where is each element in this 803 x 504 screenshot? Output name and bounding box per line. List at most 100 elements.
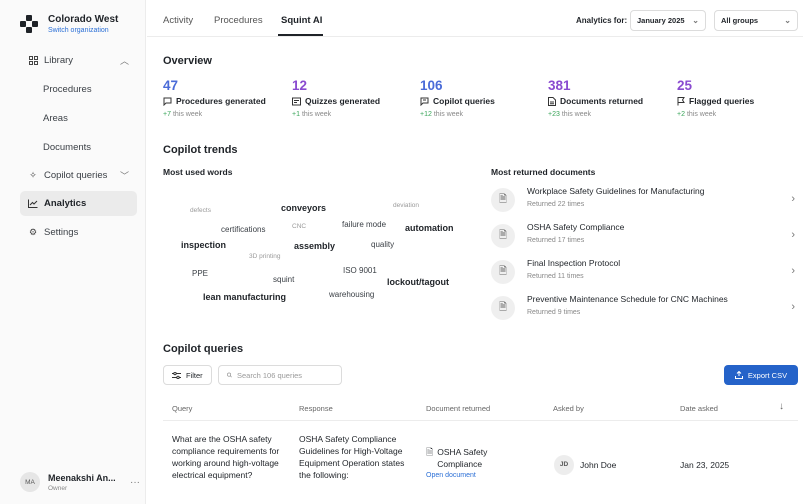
sidebar-item-library[interactable]: Library ︿ <box>20 48 137 73</box>
stat-quizzes-generated: 12 Quizzes generated +1 this week <box>292 78 380 118</box>
sidebar-item-documents[interactable]: Documents <box>20 135 137 160</box>
stat-label: Quizzes generated <box>292 96 380 106</box>
column-document-returned[interactable]: Document returned <box>426 404 490 413</box>
sidebar-item-copilot-queries[interactable]: ✧ Copilot queries ﹀ <box>20 163 137 188</box>
chevron-right-icon: › <box>791 229 795 241</box>
column-asked-by[interactable]: Asked by <box>553 404 584 413</box>
stat-flagged-queries: 25 Flagged queries +2 this week <box>677 78 754 118</box>
document-title: Workplace Safety Guidelines for Manufact… <box>527 186 705 196</box>
tab-activity[interactable]: Activity <box>163 15 193 26</box>
stat-label-text: Copilot queries <box>433 96 495 106</box>
chevron-up-icon[interactable]: ︿ <box>120 54 129 67</box>
stat-value: 47 <box>163 78 179 93</box>
org-switcher[interactable]: Colorado West Switch organization <box>20 14 118 34</box>
stat-delta: +2 this week <box>677 111 754 118</box>
word-ppe: PPE <box>192 269 209 278</box>
sidebar-item-analytics[interactable]: Analytics <box>20 191 137 216</box>
chevron-down-icon: ⌄ <box>692 16 699 25</box>
column-response[interactable]: Response <box>299 404 333 413</box>
search-icon <box>227 372 232 378</box>
word-quality: quality <box>371 240 395 249</box>
stat-label-text: Procedures generated <box>176 96 266 106</box>
more-icon[interactable]: ··· <box>130 477 140 488</box>
document-icon <box>548 96 556 106</box>
open-document-link[interactable]: Open document <box>426 470 536 482</box>
column-date-asked[interactable]: Date asked <box>680 404 718 413</box>
word-failure-mode: failure mode <box>342 220 387 229</box>
sidebar-item-label: Procedures <box>43 84 92 95</box>
stat-delta-suffix: this week <box>433 111 464 118</box>
stat-delta-suffix: this week <box>301 111 332 118</box>
export-csv-button[interactable]: Export CSV <box>724 365 798 385</box>
stat-copilot-queries: 106 Copilot queries +12 this week <box>420 78 495 118</box>
stat-delta: +23 this week <box>548 111 643 118</box>
user-menu[interactable]: MA Meenakshi An... Owner ··· <box>20 472 140 492</box>
stat-value: 381 <box>548 78 571 93</box>
stat-value: 106 <box>420 78 443 93</box>
tab-procedures[interactable]: Procedures <box>214 15 263 26</box>
sidebar-item-label: Areas <box>43 113 68 124</box>
word-inspection: inspection <box>181 240 227 250</box>
overview-title: Overview <box>163 55 212 67</box>
word-assembly: assembly <box>294 241 336 251</box>
document-icon: 🗎 <box>491 188 515 212</box>
sidebar-item-areas[interactable]: Areas <box>20 106 137 131</box>
document-title: Final Inspection Protocol <box>527 258 621 268</box>
avatar: JD <box>554 455 574 475</box>
sidebar-item-procedures[interactable]: Procedures <box>20 77 137 102</box>
document-row[interactable]: 🗎 Final Inspection Protocol Returned 11 … <box>491 258 797 288</box>
top-tab-bar: Activity Procedures Squint AI Analytics … <box>147 0 803 37</box>
search-input[interactable] <box>237 370 333 380</box>
filter-button[interactable]: Filter <box>163 365 212 385</box>
document-row[interactable]: 🗎 OSHA Safety Compliance Returned 17 tim… <box>491 222 797 252</box>
stat-label: Procedures generated <box>163 96 266 106</box>
document-icon: 🗎 <box>426 447 434 457</box>
document-row[interactable]: 🗎 Workplace Safety Guidelines for Manufa… <box>491 186 797 216</box>
word-3d-printing: 3D printing <box>249 253 281 260</box>
stat-label-text: Documents returned <box>560 96 644 106</box>
stat-value: 25 <box>677 78 693 93</box>
stat-delta-value: +23 <box>548 111 560 118</box>
stat-delta: +12 this week <box>420 111 495 118</box>
word-defects: defects <box>190 207 211 214</box>
sidebar-item-label: Settings <box>44 227 79 238</box>
document-title: OSHA Safety Compliance <box>527 222 625 232</box>
column-query[interactable]: Query <box>172 404 192 413</box>
search-queries[interactable] <box>218 365 342 385</box>
export-icon <box>734 371 743 379</box>
period-select[interactable]: January 2025 ⌄ <box>630 10 706 31</box>
response-cell: OSHA Safety Compliance Guidelines for Hi… <box>299 434 405 480</box>
export-csv-label: Export CSV <box>747 370 788 380</box>
document-icon: 🗎 <box>491 224 515 248</box>
grid-icon <box>28 56 38 66</box>
document-name: OSHA Safety Compliance <box>437 447 488 469</box>
copilot-queries-title: Copilot queries <box>163 343 244 355</box>
user-name: Meenakshi An... <box>48 472 116 483</box>
stat-label: Copilot queries <box>420 96 495 106</box>
chat-icon <box>163 97 172 106</box>
switch-organization-link[interactable]: Switch organization <box>48 27 118 34</box>
word-squint: squint <box>273 275 295 284</box>
document-title: Preventive Maintenance Schedule for CNC … <box>527 294 728 304</box>
stat-label: Documents returned <box>548 96 643 106</box>
sidebar-item-settings[interactable]: ⚙ Settings <box>20 220 137 245</box>
sidebar-item-label: Copilot queries <box>44 170 108 181</box>
sparkle-icon: ✧ <box>29 170 37 180</box>
groups-select[interactable]: All groups ⌄ <box>714 10 798 31</box>
word-certifications: certifications <box>221 225 266 234</box>
word-deviation: deviation <box>393 202 420 209</box>
chevron-right-icon: › <box>791 193 795 205</box>
stat-delta-value: +7 <box>163 111 171 118</box>
gear-icon: ⚙ <box>28 227 38 237</box>
analytics-for-label: Analytics for: <box>576 16 628 25</box>
word-automation: automation <box>405 223 454 233</box>
stat-procedures-generated: 47 Procedures generated +7 this week <box>163 78 266 118</box>
word-lockout-tagout: lockout/tagout <box>387 277 449 287</box>
active-tab-indicator <box>278 34 323 36</box>
sort-arrow-icon[interactable]: ↓ <box>779 401 784 412</box>
sidebar-item-label: Analytics <box>44 198 87 209</box>
document-row[interactable]: 🗎 Preventive Maintenance Schedule for CN… <box>491 294 797 324</box>
most-used-words-title: Most used words <box>163 167 233 177</box>
tab-squint-ai[interactable]: Squint AI <box>281 15 322 26</box>
chevron-down-icon[interactable]: ﹀ <box>120 169 129 182</box>
